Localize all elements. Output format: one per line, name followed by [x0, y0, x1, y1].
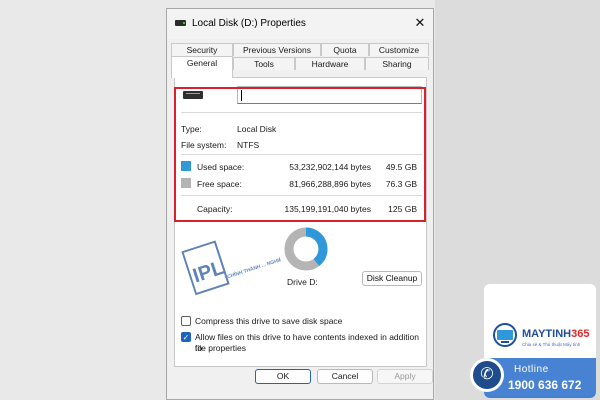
type-label: Type:	[181, 124, 202, 134]
dialog-title: Local Disk (D:) Properties	[192, 18, 306, 29]
properties-dialog: Local Disk (D:) Properties ✕ Security Pr…	[166, 8, 434, 400]
used-space-bytes: 53,232,902,144 bytes	[289, 162, 371, 172]
compress-checkbox[interactable]	[181, 316, 191, 326]
capacity-label: Capacity:	[197, 204, 233, 214]
tab-tools[interactable]: Tools	[233, 57, 295, 70]
hotline-number: 1900 636 672	[508, 378, 582, 392]
ipl-watermark-stamp: IPL CHÍNH THÀNH ... NGHIÊM TÚC	[181, 240, 285, 296]
free-space-label: Free space:	[197, 179, 242, 189]
ad-tagline: Chia sẻ & Thủ thuật Máy tính	[522, 342, 581, 347]
index-label-line2: file properties	[195, 343, 247, 353]
title-bar: Local Disk (D:) Properties ✕	[167, 9, 433, 39]
capacity-bytes: 135,199,191,040 bytes	[284, 204, 372, 214]
file-system-label: File system:	[181, 140, 227, 150]
free-space-bytes: 81,966,288,896 bytes	[289, 179, 371, 189]
tab-general[interactable]: General	[171, 56, 233, 78]
used-space-size: 49.5 GB	[385, 162, 417, 172]
tab-previous-versions[interactable]: Previous Versions	[233, 43, 321, 56]
hotline-label: Hotline	[514, 364, 549, 375]
drive-title-icon	[175, 20, 186, 26]
text-caret	[241, 90, 242, 101]
free-space-size: 76.3 GB	[385, 179, 417, 189]
file-system-value: NTFS	[237, 140, 260, 150]
free-space-swatch	[181, 178, 191, 188]
used-space-label: Used space:	[197, 162, 245, 172]
cancel-button[interactable]: Cancel	[317, 369, 373, 384]
svg-text:IPL: IPL	[190, 257, 226, 288]
tab-hardware[interactable]: Hardware	[295, 57, 365, 70]
tab-security[interactable]: Security	[171, 43, 233, 56]
tab-sharing[interactable]: Sharing	[365, 57, 429, 70]
general-panel: Type: Local Disk File system: NTFS Used …	[174, 77, 427, 367]
drive-icon	[183, 91, 203, 99]
disk-cleanup-button[interactable]: Disk Cleanup	[362, 271, 422, 286]
close-icon[interactable]: ✕	[407, 9, 433, 37]
apply-button[interactable]: Apply	[377, 369, 433, 384]
compress-label: Compress this drive to save disk space	[195, 316, 343, 326]
type-value: Local Disk	[237, 124, 277, 134]
ok-button[interactable]: OK	[255, 369, 311, 384]
maytinh-logo-icon	[493, 323, 517, 347]
used-space-swatch	[181, 161, 191, 171]
usage-donut-chart	[284, 227, 328, 271]
phone-icon[interactable]: ✆	[470, 358, 504, 392]
index-checkbox[interactable]: ✓	[181, 332, 191, 342]
tab-quota[interactable]: Quota	[321, 43, 369, 56]
capacity-size: 125 GB	[388, 204, 417, 214]
svg-text:CHÍNH THÀNH ... NGHIÊM TÚC: CHÍNH THÀNH ... NGHIÊM TÚC	[226, 250, 285, 280]
drive-name-input[interactable]	[237, 86, 422, 104]
tab-customize[interactable]: Customize	[369, 43, 429, 56]
divider	[181, 154, 422, 155]
divider	[181, 112, 422, 113]
drive-label: Drive D:	[287, 277, 318, 287]
divider	[181, 195, 422, 196]
ad-brand: MAYTINH365	[522, 328, 590, 340]
